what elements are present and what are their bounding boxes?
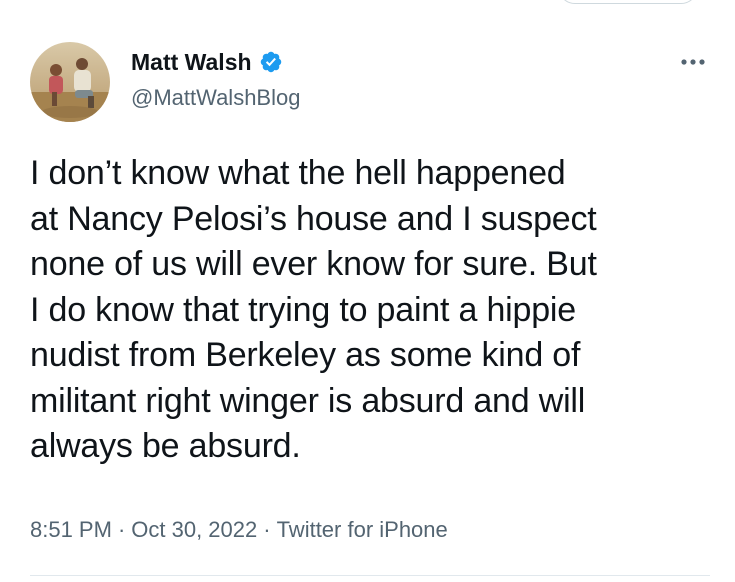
author-name[interactable]: Matt Walsh — [131, 48, 283, 76]
tweet-date[interactable]: Oct 30, 2022 — [131, 516, 257, 544]
tweet-text: I don’t know what the hell happened at N… — [30, 154, 597, 465]
meta-separator: · — [117, 517, 126, 542]
verified-badge-icon — [260, 51, 281, 73]
meta-separator: · — [263, 517, 271, 542]
tweet-time[interactable]: 8:51 PM — [30, 516, 112, 544]
author-handle[interactable]: @MattWalshBlog — [131, 84, 300, 112]
avatar-image — [30, 42, 110, 122]
avatar[interactable] — [30, 42, 110, 122]
author-name-text: Matt Walsh — [131, 49, 252, 75]
more-options-button[interactable] — [676, 52, 710, 72]
more-horizontal-icon — [681, 59, 705, 65]
divider — [30, 575, 710, 576]
tweet: Matt Walsh @MattWalshBlog I don’t know w… — [0, 0, 735, 582]
tweet-source[interactable]: Twitter for iPhone — [277, 516, 448, 544]
tweet-meta: 8:51 PM · Oct 30, 2022 · Twitter for iPh… — [30, 516, 448, 544]
